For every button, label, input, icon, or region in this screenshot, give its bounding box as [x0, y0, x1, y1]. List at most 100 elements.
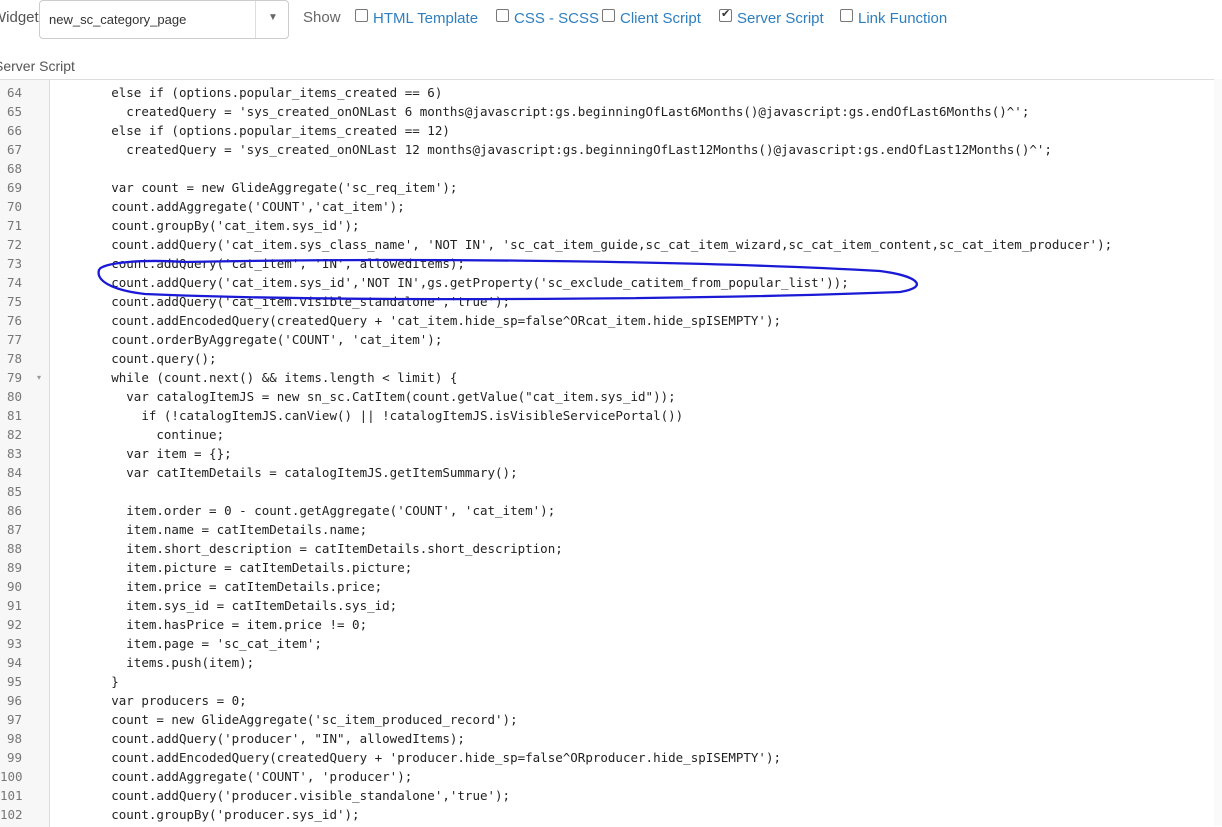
code-line[interactable]: 66 else if (options.popular_items_create…	[0, 121, 1222, 140]
line-number: 93	[6, 636, 22, 651]
code-text: count.orderByAggregate('COUNT', 'cat_ite…	[51, 332, 443, 347]
line-number: 101	[0, 788, 23, 803]
code-line[interactable]: 74 count.addQuery('cat_item.sys_id','NOT…	[0, 273, 1222, 292]
code-text: var count = new GlideAggregate('sc_req_i…	[51, 180, 458, 195]
code-line[interactable]: 101 count.addQuery('producer.visible_sta…	[0, 786, 1222, 805]
line-number: 72	[6, 237, 22, 252]
code-editor[interactable]: 64 else if (options.popular_items_create…	[0, 79, 1222, 827]
line-number: 90	[6, 579, 22, 594]
code-line[interactable]: 90 item.price = catItemDetails.price;	[0, 577, 1222, 596]
code-line[interactable]: 87 item.name = catItemDetails.name;	[0, 520, 1222, 539]
code-line[interactable]: 69 var count = new GlideAggregate('sc_re…	[0, 178, 1222, 197]
code-text: }	[51, 674, 119, 689]
link-function-checkbox[interactable]	[840, 9, 853, 22]
line-number: 91	[6, 598, 22, 613]
line-number: 65	[6, 104, 22, 119]
line-number: 95	[6, 674, 22, 689]
line-number: 75	[6, 294, 22, 309]
client-script-checkbox[interactable]	[602, 9, 615, 22]
line-number: 100	[0, 769, 23, 784]
code-line[interactable]: 100 count.addAggregate('COUNT', 'produce…	[0, 767, 1222, 786]
line-number: 85	[6, 484, 22, 499]
code-line[interactable]: 76 count.addEncodedQuery(createdQuery + …	[0, 311, 1222, 330]
css-scss-checkbox[interactable]	[496, 9, 509, 22]
code-line[interactable]: 88 item.short_description = catItemDetai…	[0, 539, 1222, 558]
code-text: count.query();	[51, 351, 217, 366]
code-line[interactable]: 82 continue;	[0, 425, 1222, 444]
line-number: 73	[6, 256, 22, 271]
code-line[interactable]: 85	[0, 482, 1222, 501]
code-line[interactable]: 72 count.addQuery('cat_item.sys_class_na…	[0, 235, 1222, 254]
code-text: count = new GlideAggregate('sc_item_prod…	[51, 712, 518, 727]
line-number: 97	[6, 712, 22, 727]
code-line[interactable]: 84 var catItemDetails = catalogItemJS.ge…	[0, 463, 1222, 482]
link-function-label[interactable]: Link Function	[858, 10, 947, 27]
html-template-checkbox[interactable]	[355, 9, 368, 22]
code-text: items.push(item);	[51, 655, 255, 670]
code-text: item.price = catItemDetails.price;	[51, 579, 383, 594]
fold-arrow-icon[interactable]: ▾	[37, 368, 41, 387]
editor-scrollbar[interactable]	[1214, 79, 1222, 826]
code-text: item.order = 0 - count.getAggregate('COU…	[51, 503, 556, 518]
server-script-label[interactable]: Server Script	[737, 10, 824, 27]
code-line[interactable]: 75 count.addQuery('cat_item.visible_stan…	[0, 292, 1222, 311]
line-number: 79	[6, 370, 22, 385]
code-text: count.addQuery('producer', "IN", allowed…	[51, 731, 465, 746]
widget-select[interactable]: new_sc_category_page ▼	[39, 0, 289, 39]
code-line[interactable]: 83 var item = {};	[0, 444, 1222, 463]
code-text: count.addQuery('cat_item.sys_id','NOT IN…	[51, 275, 849, 290]
code-line[interactable]: 93 item.page = 'sc_cat_item';	[0, 634, 1222, 653]
client-script-label[interactable]: Client Script	[620, 10, 701, 27]
code-text: item.picture = catItemDetails.picture;	[51, 560, 413, 575]
code-line[interactable]: 97 count = new GlideAggregate('sc_item_p…	[0, 710, 1222, 729]
code-line[interactable]: 89 item.picture = catItemDetails.picture…	[0, 558, 1222, 577]
code-line[interactable]: 96 var producers = 0;	[0, 691, 1222, 710]
code-text: count.groupBy('producer.sys_id');	[51, 807, 360, 822]
line-number: 67	[6, 142, 22, 157]
code-line[interactable]: 92 item.hasPrice = item.price != 0;	[0, 615, 1222, 634]
code-line[interactable]: 70 count.addAggregate('COUNT','cat_item'…	[0, 197, 1222, 216]
line-number: 64	[6, 85, 22, 100]
code-line[interactable]: 94 items.push(item);	[0, 653, 1222, 672]
line-number: 87	[6, 522, 22, 537]
code-line[interactable]: 95 }	[0, 672, 1222, 691]
line-number: 71	[6, 218, 22, 233]
code-line[interactable]: 77 count.orderByAggregate('COUNT', 'cat_…	[0, 330, 1222, 349]
code-text: count.addAggregate('COUNT', 'producer');	[51, 769, 413, 784]
code-line[interactable]: 99 count.addEncodedQuery(createdQuery + …	[0, 748, 1222, 767]
code-lines[interactable]: 64 else if (options.popular_items_create…	[0, 83, 1222, 824]
code-line[interactable]: 81 if (!catalogItemJS.canView() || !cata…	[0, 406, 1222, 425]
code-line[interactable]: 91 item.sys_id = catItemDetails.sys_id;	[0, 596, 1222, 615]
code-line[interactable]: 64 else if (options.popular_items_create…	[0, 83, 1222, 102]
line-number: 98	[6, 731, 22, 746]
code-line[interactable]: 67 createdQuery = 'sys_created_onONLast …	[0, 140, 1222, 159]
code-text: createdQuery = 'sys_created_onONLast 6 m…	[51, 104, 1030, 119]
css-scss-label[interactable]: CSS - SCSS	[514, 10, 599, 27]
server-script-checkbox[interactable]	[719, 7, 732, 22]
code-line[interactable]: 78 count.query();	[0, 349, 1222, 368]
chevron-down-icon[interactable]: ▼	[268, 12, 278, 23]
code-line[interactable]: 102 count.groupBy('producer.sys_id');	[0, 805, 1222, 824]
code-text: createdQuery = 'sys_created_onONLast 12 …	[51, 142, 1052, 157]
code-line[interactable]: 65 createdQuery = 'sys_created_onONLast …	[0, 102, 1222, 121]
line-number: 77	[6, 332, 22, 347]
code-line[interactable]: 79 ▾ while (count.next() && items.length …	[0, 368, 1222, 387]
code-text: item.page = 'sc_cat_item';	[51, 636, 322, 651]
code-line[interactable]: 98 count.addQuery('producer', "IN", allo…	[0, 729, 1222, 748]
widget-select-value: new_sc_category_page	[49, 12, 187, 27]
line-number: 80	[6, 389, 22, 404]
line-number: 88	[6, 541, 22, 556]
line-number: 84	[6, 465, 22, 480]
code-text: continue;	[51, 427, 225, 442]
code-line[interactable]: 80 var catalogItemJS = new sn_sc.CatItem…	[0, 387, 1222, 406]
line-number: 74	[6, 275, 22, 290]
code-line[interactable]: 86 item.order = 0 - count.getAggregate('…	[0, 501, 1222, 520]
code-text: item.name = catItemDetails.name;	[51, 522, 368, 537]
code-line[interactable]: 71 count.groupBy('cat_item.sys_id');	[0, 216, 1222, 235]
code-line[interactable]: 73 count.addQuery('cat_item', 'IN', allo…	[0, 254, 1222, 273]
code-line[interactable]: 68	[0, 159, 1222, 178]
code-text: count.addQuery('cat_item.sys_class_name'…	[51, 237, 1113, 252]
line-number: 82	[6, 427, 22, 442]
line-number: 99	[6, 750, 22, 765]
html-template-label[interactable]: HTML Template	[373, 10, 478, 27]
